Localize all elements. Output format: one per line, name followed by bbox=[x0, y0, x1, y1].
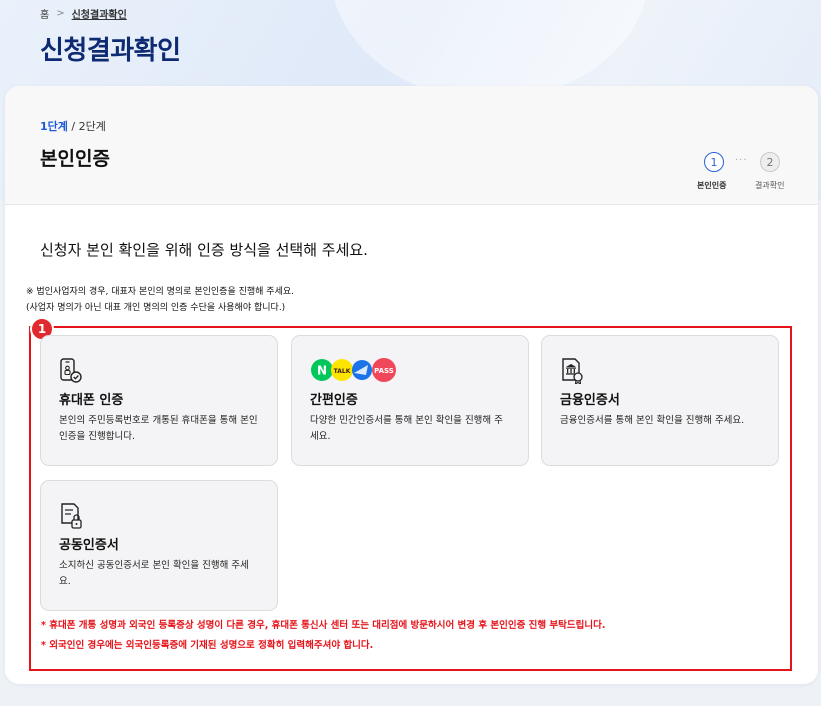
pass-logo-text: PASS bbox=[374, 367, 394, 375]
option-description: 다양한 민간인증서를 통해 본인 확인을 진행해 주세요. bbox=[310, 415, 503, 442]
warning-line-2: * 외국인인 경우에는 외국인등록증에 기재된 성명으로 정확히 입력해주셔야 … bbox=[41, 640, 374, 651]
option-title: 공동인증서 bbox=[59, 538, 119, 553]
auth-card: 1단계 / 2단계 본인인증 1 ··· 2 본인인증 결과확인 신청자 본인 … bbox=[5, 86, 818, 684]
step-dots-icon: ··· bbox=[735, 155, 748, 166]
corporate-note: ※ 법인사업자의 경우, 대표자 본인의 명의로 본인인증을 진행해 주세요. … bbox=[26, 284, 294, 316]
page-title: 신청결과확인 bbox=[40, 36, 181, 66]
note-line-2: (사업자 명의가 아닌 대표 개인 명의의 인증 수단을 사용해야 합니다.) bbox=[26, 303, 286, 313]
option-title: 휴대폰 인증 bbox=[59, 393, 124, 408]
simple-auth-logos: N TALK PASS bbox=[310, 356, 402, 388]
warning-notes: * 휴대폰 개통 성명과 외국인 등록증상 성명이 다른 경우, 휴대폰 통신사… bbox=[41, 616, 605, 656]
simple-auth-option[interactable]: N TALK PASS 간편인증 다양한 민간인증서를 통해 본인 확인을 진행… bbox=[291, 335, 529, 466]
option-description: 소지하신 공동인증서로 본인 확인을 진행해 주세요. bbox=[59, 560, 249, 587]
step-current: 1단계 bbox=[40, 120, 68, 133]
step-1-label: 본인인증 bbox=[697, 181, 727, 190]
option-title: 간편인증 bbox=[310, 393, 358, 408]
step-2-circle: 2 bbox=[760, 152, 780, 172]
warning-line-1: * 휴대폰 개통 성명과 외국인 등록증상 성명이 다른 경우, 휴대폰 통신사… bbox=[41, 620, 606, 631]
step-separator: / bbox=[67, 120, 79, 133]
joint-certificate-icon bbox=[59, 503, 83, 533]
breadcrumb-current[interactable]: 신청결과확인 bbox=[72, 6, 127, 21]
naver-logo-text: N bbox=[317, 364, 327, 378]
instruction-text: 신청자 본인 확인을 위해 인증 방식을 선택해 주세요. bbox=[40, 241, 368, 259]
card-header: 1단계 / 2단계 본인인증 1 ··· 2 본인인증 결과확인 bbox=[5, 86, 818, 205]
joint-cert-option[interactable]: 공동인증서 소지하신 공동인증서로 본인 확인을 진행해 주세요. bbox=[40, 480, 278, 611]
step-2-label: 결과확인 bbox=[755, 181, 785, 190]
step-total: 2단계 bbox=[78, 120, 106, 133]
option-description: 본인의 주민등록번호로 개통된 휴대폰을 통해 본인 인증을 진행합니다. bbox=[59, 415, 258, 442]
card-title: 본인인증 bbox=[40, 148, 110, 170]
option-description: 금융인증서를 통해 본인 확인을 진행해 주세요. bbox=[560, 415, 745, 426]
decorative-circle bbox=[330, 0, 650, 100]
note-line-1: ※ 법인사업자의 경우, 대표자 본인의 명의로 본인인증을 진행해 주세요. bbox=[26, 287, 294, 297]
kakao-logo-text: TALK bbox=[334, 368, 351, 375]
progress-stepper: 1 ··· 2 본인인증 결과확인 bbox=[697, 152, 807, 196]
phone-auth-icon bbox=[59, 358, 83, 388]
step-1-circle: 1 bbox=[704, 152, 724, 172]
breadcrumb-chevron-icon: > bbox=[56, 8, 65, 19]
finance-cert-option[interactable]: 금융인증서 금융인증서를 통해 본인 확인을 진행해 주세요. bbox=[541, 335, 779, 466]
step-indicator: 1단계 / 2단계 bbox=[40, 118, 106, 134]
bank-certificate-icon bbox=[560, 358, 584, 388]
option-title: 금융인증서 bbox=[560, 393, 620, 408]
phone-auth-option[interactable]: 휴대폰 인증 본인의 주민등록번호로 개통된 휴대폰을 통해 본인 인증을 진행… bbox=[40, 335, 278, 466]
breadcrumb: 홈 > 신청결과확인 bbox=[40, 6, 127, 21]
breadcrumb-home[interactable]: 홈 bbox=[40, 6, 49, 21]
